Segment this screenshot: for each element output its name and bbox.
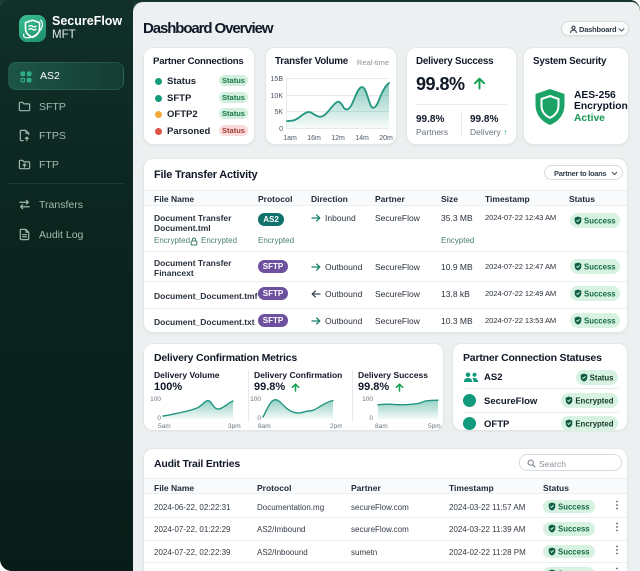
svg-text:100: 100 [362, 396, 373, 403]
svg-text:5am: 5am [158, 423, 171, 429]
svg-text:3pm: 3pm [228, 423, 241, 429]
svg-text:5K: 5K [274, 109, 283, 116]
svg-text:1am: 1am [283, 135, 297, 142]
svg-text:8am: 8am [258, 423, 271, 429]
svg-text:12m: 12m [331, 135, 345, 142]
svg-text:0: 0 [369, 415, 373, 422]
svg-text:0: 0 [157, 415, 161, 422]
svg-text:10K: 10K [271, 93, 284, 100]
svg-text:5pm: 5pm [428, 423, 441, 429]
svg-text:20m: 20m [379, 135, 393, 142]
svg-text:8am: 8am [375, 423, 388, 429]
svg-text:14m: 14m [355, 135, 369, 142]
svg-text:16m: 16m [307, 135, 321, 142]
svg-text:0: 0 [257, 415, 261, 422]
svg-text:100: 100 [250, 396, 261, 403]
svg-text:15B: 15B [271, 76, 284, 83]
svg-text:2pm: 2pm [330, 423, 342, 429]
svg-text:100: 100 [150, 396, 161, 403]
svg-text:0: 0 [279, 126, 283, 133]
